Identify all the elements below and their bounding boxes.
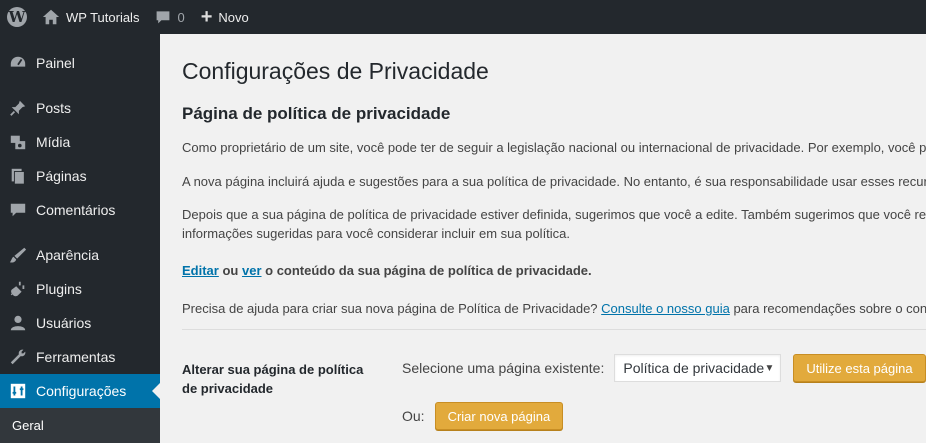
plugin-icon bbox=[8, 279, 28, 299]
menu-label: Usuários bbox=[36, 315, 92, 331]
dashboard-icon bbox=[8, 53, 28, 73]
view-link[interactable]: ver bbox=[242, 263, 262, 278]
or-label: Ou: bbox=[402, 408, 425, 424]
menu-item-paginas[interactable]: Páginas bbox=[0, 159, 160, 193]
edit-view-line: Editar ou ver o conteúdo da sua página d… bbox=[182, 261, 592, 280]
help-line: Precisa de ajuda para criar sua nova pág… bbox=[182, 299, 926, 318]
menu-label: Plugins bbox=[36, 281, 82, 297]
page-select[interactable]: Política de privacidade ▼ bbox=[614, 354, 782, 382]
submenu-item-geral[interactable]: Geral bbox=[0, 408, 160, 433]
admin-bar: W WP Tutorials 0 + Novo bbox=[0, 0, 926, 34]
help-text: Precisa de ajuda para criar sua nova pág… bbox=[182, 301, 598, 316]
user-icon bbox=[8, 313, 28, 333]
select-label: Selecione uma página existente: bbox=[402, 360, 605, 376]
menu-label: Posts bbox=[36, 100, 72, 116]
media-icon bbox=[8, 132, 28, 152]
plus-icon: + bbox=[200, 6, 213, 28]
change-page-label: Alterar sua página de política de privac… bbox=[182, 362, 364, 396]
dropdown-caret-icon: ▼ bbox=[764, 363, 775, 374]
new-page-paragraph: A nova página incluirá ajuda e sugestões… bbox=[182, 174, 926, 189]
pin-icon bbox=[8, 98, 28, 118]
menu-label: Painel bbox=[36, 55, 75, 71]
menu-item-usuarios[interactable]: Usuários bbox=[0, 306, 160, 340]
edit-rest-text: o conteúdo da sua página de política de … bbox=[265, 263, 592, 278]
settings-icon bbox=[8, 381, 28, 401]
select-value: Política de privacidade bbox=[623, 360, 765, 376]
menu-item-plugins[interactable]: Plugins bbox=[0, 272, 160, 306]
menu-label: Configurações bbox=[36, 383, 127, 399]
use-page-button[interactable]: Utilize esta página bbox=[793, 354, 926, 382]
new-content-link[interactable]: + Novo bbox=[193, 0, 257, 34]
menu-label: Aparência bbox=[36, 247, 100, 263]
menu-label: Páginas bbox=[36, 168, 87, 184]
home-icon bbox=[42, 9, 60, 25]
comment-bubble-icon bbox=[157, 11, 170, 24]
select-page-row: Selecione uma página existente: Política… bbox=[402, 354, 926, 382]
wrench-icon bbox=[8, 347, 28, 367]
intro-paragraph: Como proprietário de um site, você pode … bbox=[182, 140, 926, 155]
comments-count: 0 bbox=[177, 9, 185, 25]
comments-link[interactable]: 0 bbox=[147, 0, 192, 34]
menu-item-posts[interactable]: Posts bbox=[0, 91, 160, 125]
wordpress-logo-icon[interactable]: W bbox=[0, 0, 34, 34]
site-name: WP Tutorials bbox=[66, 9, 140, 25]
create-page-row: Ou: Criar nova página bbox=[402, 402, 564, 430]
or-text: ou bbox=[222, 263, 239, 278]
create-page-button[interactable]: Criar nova página bbox=[434, 402, 564, 430]
divider bbox=[182, 329, 926, 330]
admin-sidebar: Painel Posts Mídia Páginas Comentários A… bbox=[0, 34, 160, 443]
menu-item-ferramentas[interactable]: Ferramentas bbox=[0, 340, 160, 374]
menu-item-aparencia[interactable]: Aparência bbox=[0, 238, 160, 272]
menu-label: Comentários bbox=[36, 202, 116, 218]
new-label: Novo bbox=[218, 9, 249, 25]
settings-submenu: Geral bbox=[0, 408, 160, 443]
menu-label: Ferramentas bbox=[36, 349, 116, 365]
edit-link[interactable]: Editar bbox=[182, 263, 219, 278]
pages-icon bbox=[8, 166, 28, 186]
menu-item-midia[interactable]: Mídia bbox=[0, 125, 160, 159]
menu-item-painel[interactable]: Painel bbox=[0, 46, 160, 80]
site-name-link[interactable]: WP Tutorials bbox=[34, 0, 147, 34]
edit-suggestion-line-2: informações sugeridas para você consider… bbox=[182, 226, 571, 241]
main-content: Configurações de Privacidade Página de p… bbox=[160, 34, 926, 443]
edit-suggestion-line-1: Depois que a sua página de política de p… bbox=[182, 207, 926, 222]
menu-label: Mídia bbox=[36, 134, 71, 150]
section-title: Página de política de privacidade bbox=[182, 104, 451, 123]
guide-link[interactable]: Consulte o nosso guia bbox=[601, 301, 730, 316]
page-title: Configurações de Privacidade bbox=[182, 58, 489, 84]
menu-item-comentarios[interactable]: Comentários bbox=[0, 193, 160, 227]
menu-item-configuracoes[interactable]: Configurações bbox=[0, 374, 160, 408]
comment-icon bbox=[8, 200, 28, 220]
help-after-text: para recomendações sobre o conteú bbox=[733, 301, 926, 316]
brush-icon bbox=[8, 245, 28, 265]
